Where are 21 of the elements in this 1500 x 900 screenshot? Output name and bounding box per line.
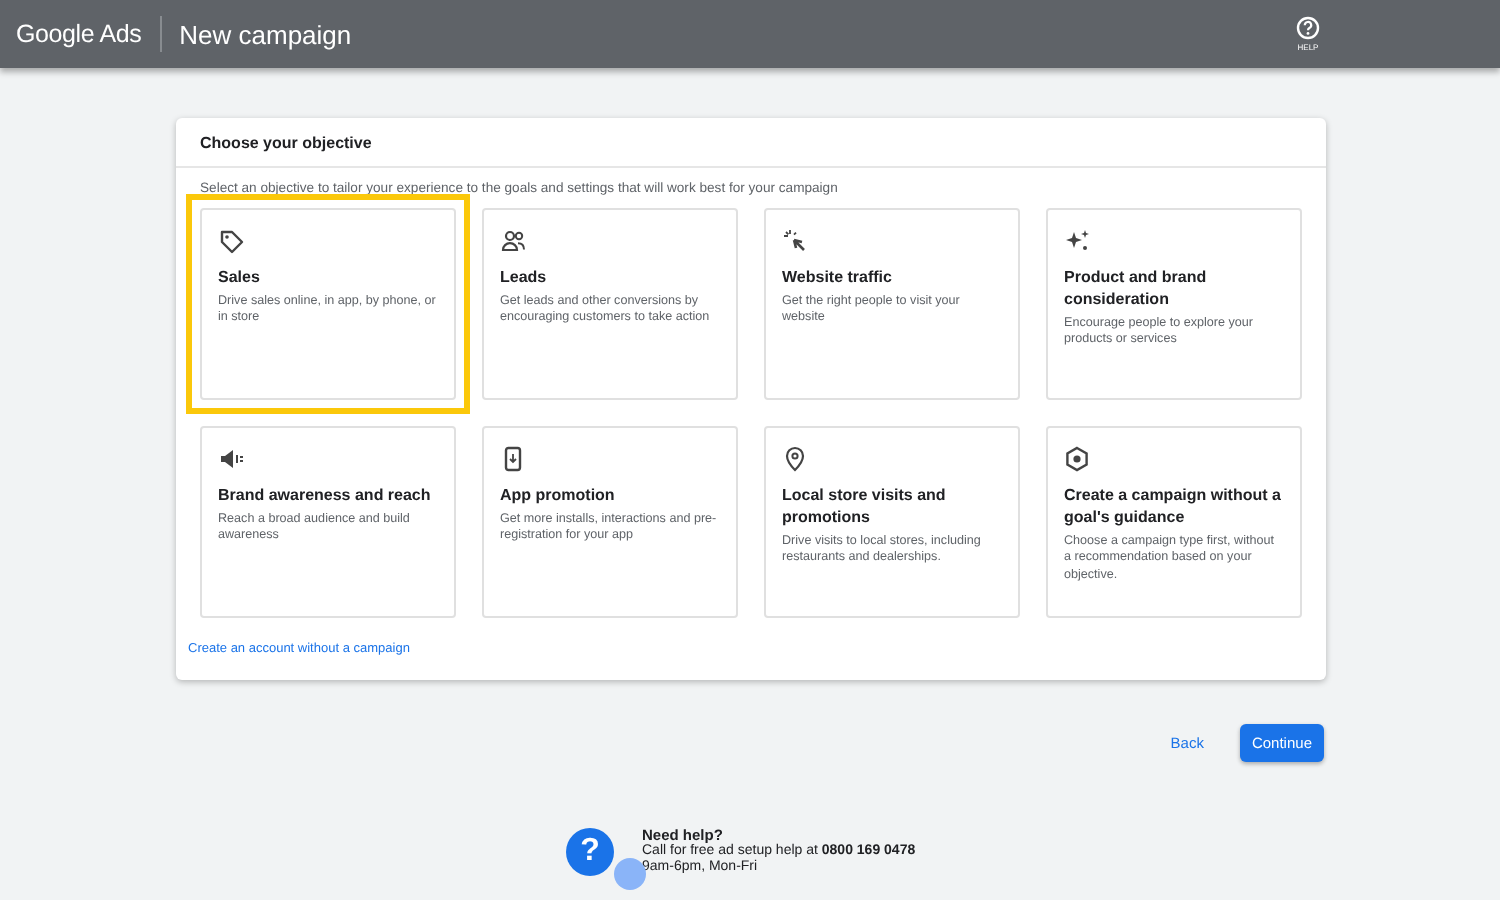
- objective-icon: [782, 228, 808, 254]
- objective-title: Local store visits and promotions: [782, 484, 948, 528]
- objective-icon: [782, 446, 808, 472]
- objective-icon: [500, 446, 526, 472]
- objective-icon: [218, 446, 244, 472]
- objective-title: Create a campaign without a goal's guidance: [1064, 484, 1283, 528]
- logo[interactable]: Google Ads: [16, 20, 142, 48]
- help-badge[interactable]: ?: [566, 828, 614, 876]
- objective-icon: [500, 228, 526, 254]
- objective-title: Product and brand consideration: [1064, 266, 1209, 310]
- objective-icon: [1064, 228, 1090, 254]
- objective-title: Brand awareness and reach: [218, 484, 433, 506]
- page-title: New campaign: [179, 19, 352, 49]
- objective-title: Website traffic: [782, 266, 894, 288]
- help-icon[interactable]: [1296, 16, 1320, 40]
- objective-title: Sales: [218, 266, 262, 288]
- objective-icon: [1064, 446, 1090, 472]
- objective-title: App promotion: [500, 484, 617, 506]
- objective-icon: [218, 228, 244, 254]
- panel-title: Choose your objective: [176, 118, 1326, 168]
- objective-title: Leads: [500, 266, 549, 288]
